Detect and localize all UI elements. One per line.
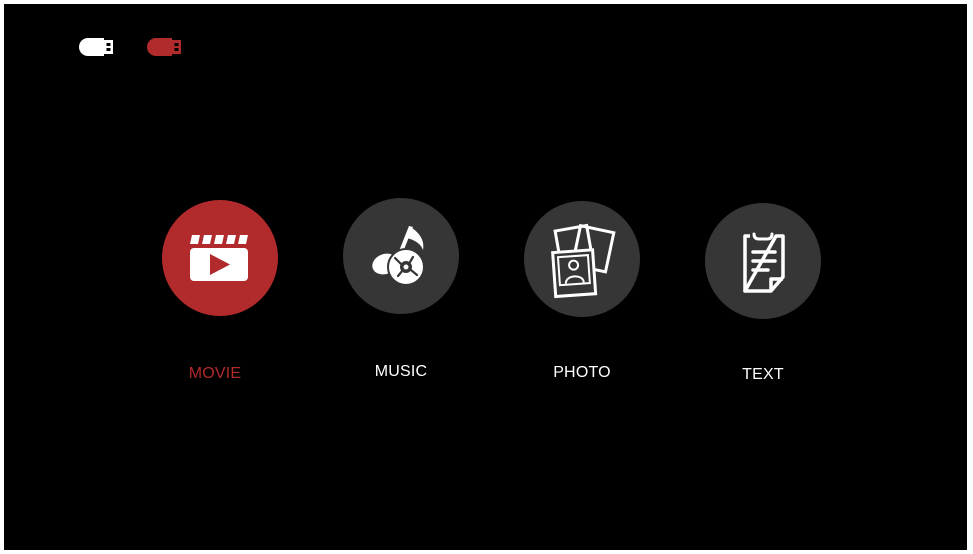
usb-device-2[interactable]	[146, 37, 182, 57]
text-label[interactable]: TEXT	[693, 366, 833, 384]
document-icon	[743, 232, 785, 293]
usb-device-1[interactable]	[78, 37, 114, 57]
music-note-disc-icon	[372, 226, 425, 286]
photo-label[interactable]: PHOTO	[512, 364, 652, 382]
music-label[interactable]: MUSIC	[331, 363, 471, 381]
movie-tile[interactable]	[162, 200, 278, 316]
music-tile[interactable]	[343, 198, 459, 314]
media-player-screen: MOVIE MUSIC PHOTO TEXT	[4, 4, 967, 550]
photo-tile[interactable]	[524, 201, 640, 317]
text-tile[interactable]	[705, 203, 821, 319]
movie-label[interactable]: MOVIE	[145, 365, 285, 383]
clapperboard-play-icon	[190, 235, 248, 281]
usb-drive-icon	[79, 38, 113, 56]
photos-icon	[551, 223, 616, 299]
usb-drive-icon	[147, 38, 181, 56]
